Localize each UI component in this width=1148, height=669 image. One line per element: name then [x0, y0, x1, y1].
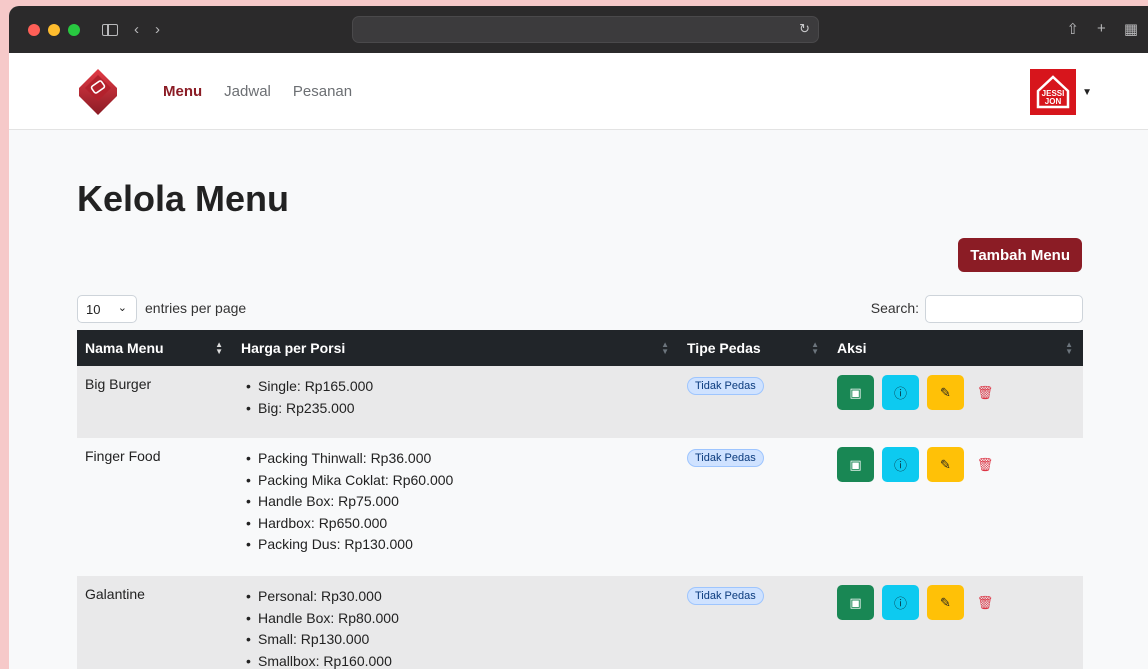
entries-per-page-select[interactable]: 10 ⌄ [77, 295, 137, 323]
window-controls [28, 23, 80, 36]
address-bar[interactable]: ↻ [352, 16, 819, 43]
cell-menu-name: Finger Food [85, 448, 161, 464]
column-header-aksi[interactable]: Aksi ▲ ▼ [829, 330, 1083, 366]
calendar-icon: ▣ [849, 384, 862, 400]
sort-icon: ▲ ▼ [215, 340, 223, 356]
maximize-window-button[interactable] [68, 23, 80, 36]
edit-icon: ✎ [940, 456, 951, 472]
edit-button[interactable]: ✎ [927, 447, 964, 482]
nav-link-jadwal[interactable]: Jadwal [224, 83, 271, 100]
price-item: Handle Box: Rp75.000 [246, 491, 671, 513]
price-item: Personal: Rp30.000 [246, 586, 671, 608]
add-menu-button[interactable]: Tambah Menu [958, 238, 1082, 272]
cell-spice: Tidak Pedas [679, 438, 829, 576]
edit-icon: ✎ [940, 594, 951, 610]
user-menu[interactable]: JESSI JON ▼ [1030, 69, 1092, 115]
cell-menu-name: Big Burger [85, 376, 152, 392]
info-icon: ⓘ [893, 458, 907, 473]
avatar[interactable]: JESSI JON [1030, 69, 1077, 115]
browser-window: ‹ › ↻ ⇧ + ▦ Menu Jadwal Pesanan JESSI JO… [9, 6, 1148, 669]
price-item: Packing Thinwall: Rp36.000 [246, 448, 671, 470]
reload-icon[interactable]: ↻ [799, 21, 810, 37]
cell-prices: Packing Thinwall: Rp36.000 Packing Mika … [233, 438, 679, 576]
edit-button[interactable]: ✎ [927, 375, 964, 410]
sort-icon: ▲ ▼ [1065, 340, 1073, 356]
table-controls: 10 ⌄ entries per page Search: [77, 295, 1083, 323]
sort-icon: ▲ ▼ [811, 340, 819, 356]
schedule-button[interactable]: ▣ [837, 375, 874, 410]
menu-table: Nama Menu ▲ ▼ Harga per Porsi ▲ ▼ Tipe Pedas… [77, 330, 1083, 669]
delete-button[interactable]: 🗑 [972, 585, 998, 620]
forward-icon[interactable]: › [155, 22, 160, 37]
close-window-button[interactable] [28, 23, 40, 36]
share-icon[interactable]: ⇧ [1066, 20, 1079, 38]
calendar-icon: ▣ [849, 594, 862, 610]
detail-button[interactable]: ⓘ [882, 375, 919, 410]
brand-logo-icon[interactable] [77, 67, 119, 117]
cell-actions: ▣ ⓘ ✎ 🗑 [829, 366, 1083, 438]
tab-overview-icon[interactable]: ▦ [1124, 20, 1138, 38]
nav-link-pesanan[interactable]: Pesanan [293, 83, 352, 100]
detail-button[interactable]: ⓘ [882, 585, 919, 620]
calendar-icon: ▣ [849, 456, 862, 472]
table-row: Big Burger Single: Rp165.000 Big: Rp235.… [77, 366, 1083, 438]
minimize-window-button[interactable] [48, 23, 60, 36]
price-item: Hardbox: Rp650.000 [246, 513, 671, 535]
price-item: Single: Rp165.000 [246, 376, 671, 398]
price-item: Packing Mika Coklat: Rp60.000 [246, 470, 671, 492]
trash-icon: 🗑 [976, 594, 994, 610]
chevron-down-icon[interactable]: ▼ [1082, 87, 1092, 98]
info-icon: ⓘ [893, 386, 907, 401]
column-header-tipe-pedas[interactable]: Tipe Pedas ▲ ▼ [679, 330, 829, 366]
main-content: Kelola Menu Tambah Menu 10 ⌄ entries per… [77, 130, 1084, 669]
sidebar-toggle-icon[interactable] [102, 23, 118, 36]
navbar: Menu Jadwal Pesanan JESSI JON ▼ [9, 53, 1148, 130]
detail-button[interactable]: ⓘ [882, 447, 919, 482]
delete-button[interactable]: 🗑 [972, 375, 998, 410]
column-header-nama-menu[interactable]: Nama Menu ▲ ▼ [77, 330, 233, 366]
spice-badge: Tidak Pedas [687, 377, 764, 395]
browser-toolbar: ‹ › ↻ ⇧ + ▦ [9, 6, 1148, 53]
page-title: Kelola Menu [77, 178, 290, 219]
trash-icon: 🗑 [976, 384, 994, 400]
spice-badge: Tidak Pedas [687, 587, 764, 605]
column-header-harga[interactable]: Harga per Porsi ▲ ▼ [233, 330, 679, 366]
jessi-jon-logo-icon: JESSI JON [1036, 75, 1070, 109]
back-icon[interactable]: ‹ [134, 22, 139, 37]
edit-icon: ✎ [940, 384, 951, 400]
price-item: Smallbox: Rp160.000 [246, 651, 671, 669]
search-input[interactable] [925, 295, 1083, 323]
price-item: Small: Rp130.000 [246, 629, 671, 651]
entries-label: entries per page [145, 300, 247, 316]
chevron-down-icon: ⌄ [117, 302, 127, 314]
delete-button[interactable]: 🗑 [972, 447, 998, 482]
cell-actions: ▣ ⓘ ✎ 🗑 [829, 438, 1083, 576]
toolbar-actions: ⇧ + ▦ [1066, 20, 1138, 38]
price-item: Big: Rp235.000 [246, 398, 671, 420]
cell-prices: Personal: Rp30.000 Handle Box: Rp80.000 … [233, 576, 679, 669]
cell-menu-name: Galantine [85, 586, 145, 602]
entries-value: 10 [86, 302, 101, 317]
cell-spice: Tidak Pedas [679, 366, 829, 438]
search-label: Search: [870, 300, 919, 316]
info-icon: ⓘ [893, 596, 907, 611]
sort-icon: ▲ ▼ [661, 340, 669, 356]
table-row: Finger Food Packing Thinwall: Rp36.000 P… [77, 438, 1083, 576]
main-nav: Menu Jadwal Pesanan [163, 83, 352, 100]
spice-badge: Tidak Pedas [687, 449, 764, 467]
price-item: Handle Box: Rp80.000 [246, 608, 671, 630]
edit-button[interactable]: ✎ [927, 585, 964, 620]
price-item: Packing Dus: Rp130.000 [246, 534, 671, 556]
table-header-row: Nama Menu ▲ ▼ Harga per Porsi ▲ ▼ Tipe Pedas… [77, 330, 1083, 366]
schedule-button[interactable]: ▣ [837, 585, 874, 620]
schedule-button[interactable]: ▣ [837, 447, 874, 482]
cell-spice: Tidak Pedas [679, 576, 829, 669]
cell-prices: Single: Rp165.000 Big: Rp235.000 [233, 366, 679, 438]
svg-text:JON: JON [1045, 97, 1062, 106]
trash-icon: 🗑 [976, 456, 994, 472]
new-tab-icon[interactable]: + [1097, 20, 1106, 38]
nav-link-menu[interactable]: Menu [163, 83, 202, 100]
cell-actions: ▣ ⓘ ✎ 🗑 [829, 576, 1083, 669]
table-row: Galantine Personal: Rp30.000 Handle Box:… [77, 576, 1083, 669]
